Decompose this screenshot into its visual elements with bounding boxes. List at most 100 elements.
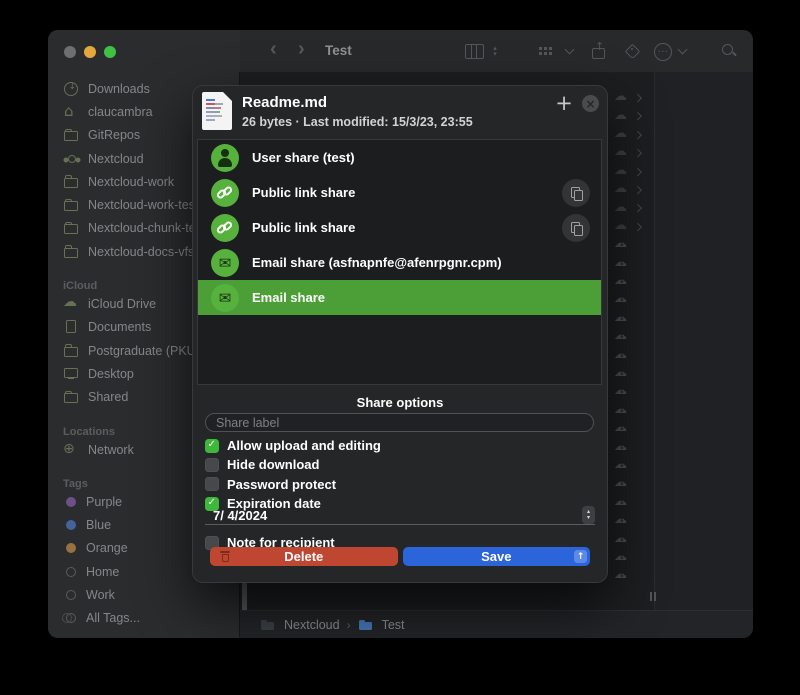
cloud-status-icon	[614, 201, 630, 215]
file-status-row	[614, 345, 652, 363]
group-chevron-icon[interactable]	[565, 45, 575, 55]
sidebar-item-label: Downloads	[88, 82, 150, 96]
path-separator: ›	[347, 618, 351, 632]
expiration-date-value[interactable]: 7/ 4/2024	[213, 508, 267, 523]
file-status-row	[614, 474, 652, 492]
sidebar-item-label: Network	[88, 443, 134, 457]
file-status-row	[614, 493, 652, 511]
file-status-row	[614, 88, 652, 106]
share-type-icon	[211, 179, 239, 207]
sidebar-tag-item[interactable]: All Tags...	[48, 607, 239, 630]
close-dialog-button[interactable]: ×	[582, 95, 599, 112]
copy-link-button[interactable]	[562, 179, 590, 207]
sidebar-item-icon	[63, 244, 80, 260]
cloud-status-icon	[614, 495, 630, 509]
zoom-window-button[interactable]	[104, 46, 116, 58]
sidebar-item-icon	[63, 442, 80, 458]
file-status-row	[614, 511, 652, 529]
share-row[interactable]: Public link share	[198, 210, 601, 245]
column-divider[interactable]	[654, 72, 655, 610]
save-button[interactable]: Save ↑	[403, 547, 591, 566]
path-item-test[interactable]: Test	[382, 618, 405, 632]
cloud-status-icon	[614, 292, 630, 306]
cloud-status-icon	[614, 145, 630, 159]
tag-dot-icon	[66, 494, 78, 510]
path-item-nextcloud[interactable]: Nextcloud	[284, 618, 340, 632]
sidebar-item-label: Purple	[86, 495, 122, 509]
share-row[interactable]: Public link share	[198, 175, 601, 210]
sidebar-item-icon	[63, 366, 80, 382]
view-stepper-icon[interactable]: ▴▾	[490, 45, 500, 57]
share-row-label: Email share	[252, 290, 325, 305]
sidebar-tag-item[interactable]: Work	[48, 583, 239, 606]
minimize-window-button[interactable]	[84, 46, 96, 58]
share-row-label: Public link share	[252, 220, 355, 235]
more-chevron-icon[interactable]	[678, 45, 688, 55]
share-type-icon	[211, 249, 239, 277]
sidebar-item-icon	[63, 174, 80, 190]
sidebar-item-label: GitRepos	[88, 128, 140, 142]
expand-chevron-icon	[634, 131, 642, 139]
checkbox-icon[interactable]	[205, 439, 219, 453]
file-status-row	[614, 419, 652, 437]
dialog-file-meta: 26 bytes · Last modified: 15/3/23, 23:55	[242, 115, 473, 129]
tag-icon[interactable]	[625, 44, 639, 58]
file-status-row	[614, 382, 652, 400]
share-icon[interactable]	[591, 43, 605, 58]
copy-link-button[interactable]	[562, 214, 590, 242]
expiration-date-field[interactable]: 7/ 4/2024 ▴▾	[205, 506, 595, 525]
cloud-status-icon	[614, 182, 630, 196]
file-status-row	[614, 235, 652, 253]
sidebar-item-label: Desktop	[88, 367, 134, 381]
sidebar-item-label: iCloud Drive	[88, 297, 156, 311]
dialog-buttons: Delete Save ↑	[210, 547, 590, 566]
sidebar-item-label: Shared	[88, 390, 128, 404]
checkbox-row[interactable]: Password protect	[205, 475, 381, 494]
add-share-button[interactable]: +	[552, 91, 576, 115]
file-status-row	[614, 290, 652, 308]
share-row[interactable]: Email share	[198, 280, 601, 315]
group-by-icon[interactable]	[538, 45, 554, 57]
share-row[interactable]: Email share (asfnapnfe@afenrpgnr.cpm)	[198, 245, 601, 280]
file-status-row	[614, 162, 652, 180]
back-icon[interactable]: ‹	[270, 38, 277, 61]
file-status-row	[614, 548, 652, 566]
tag-dot-icon	[66, 610, 78, 626]
share-row-label: Public link share	[252, 185, 355, 200]
checkbox-row[interactable]: Hide download	[205, 455, 381, 474]
delete-button[interactable]: Delete	[210, 547, 398, 566]
sidebar-item-label: claucambra	[88, 105, 153, 119]
titlebar-sidebar-area	[48, 30, 240, 72]
sidebar-item-label: Blue	[86, 518, 111, 532]
columns-view-icon[interactable]	[465, 44, 484, 59]
cloud-status-icon	[614, 403, 630, 417]
file-status-row	[614, 125, 652, 143]
sidebar-item-icon	[63, 127, 80, 143]
checkbox-icon[interactable]	[205, 477, 219, 491]
cloud-status-icon	[614, 458, 630, 472]
checkbox-row[interactable]: Allow upload and editing	[205, 436, 381, 455]
more-options-icon[interactable]: …	[654, 43, 672, 61]
file-status-row	[614, 217, 652, 235]
file-status-column	[614, 88, 652, 585]
cloud-status-icon	[614, 274, 630, 288]
share-row[interactable]: User share (test)	[198, 140, 601, 175]
document-icon	[202, 92, 232, 130]
checkbox-label: Hide download	[227, 457, 319, 472]
sidebar-item-icon	[63, 151, 80, 167]
share-row-label: Email share (asfnapnfe@afenrpgnr.cpm)	[252, 255, 502, 270]
sidebar-item-label: Orange	[86, 541, 128, 555]
trash-icon	[220, 550, 231, 563]
tag-dot-icon	[66, 517, 78, 533]
date-stepper[interactable]: ▴▾	[582, 506, 595, 524]
share-label-input[interactable]	[205, 413, 594, 432]
close-window-button[interactable]	[64, 46, 76, 58]
forward-icon[interactable]: ›	[298, 38, 305, 61]
share-type-icon	[211, 284, 239, 312]
checkbox-icon[interactable]	[205, 458, 219, 472]
search-icon[interactable]	[721, 43, 736, 58]
column-resize-handle-icon[interactable]	[650, 592, 652, 601]
sidebar-item-label: Documents	[88, 320, 151, 334]
file-status-row	[614, 272, 652, 290]
sidebar-item-icon	[63, 81, 80, 97]
